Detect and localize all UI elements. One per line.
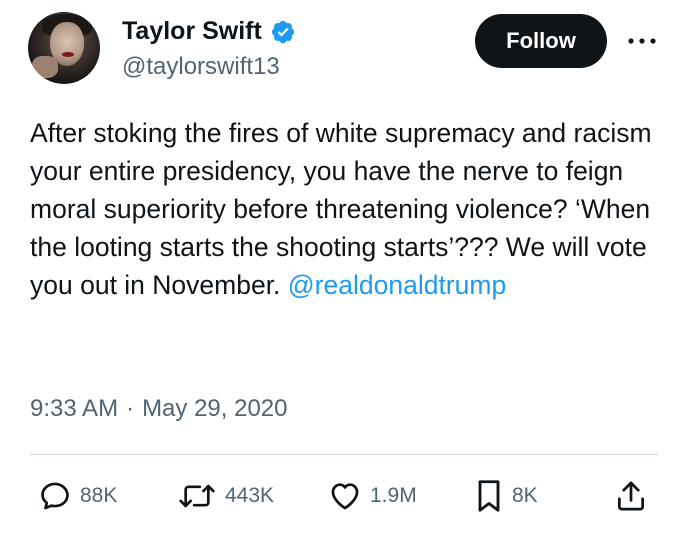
tweet-timestamp[interactable]: 9:33 AM · May 29, 2020 [30,395,288,423]
author-display-name[interactable]: Taylor Swift [122,17,262,46]
bookmark-icon [478,480,500,512]
reply-count: 88K [80,484,118,507]
more-horizontal-icon[interactable] [627,36,657,46]
mention-link[interactable]: @realdonaldtrump [288,270,506,300]
tweet-date: May 29, 2020 [142,395,288,422]
share-icon [617,481,645,511]
like-button[interactable]: 1.9M [328,476,417,516]
follow-button[interactable]: Follow [475,14,607,68]
reply-button[interactable]: 88K [38,476,117,516]
retweet-button[interactable]: 443K [177,476,274,516]
divider [30,454,658,455]
retweet-icon [179,484,215,508]
avatar-lips [62,52,74,57]
timestamp-separator: · [126,395,135,422]
action-bar: 88K 443K 1.9M 8K [0,476,680,516]
like-count: 1.9M [370,484,417,507]
verified-badge-icon [270,19,296,45]
share-button[interactable] [615,476,647,516]
bookmark-button[interactable]: 8K [474,476,538,516]
bookmark-count: 8K [512,484,538,507]
avatar[interactable] [28,12,100,84]
reply-icon [41,482,69,510]
retweet-count: 443K [225,484,275,507]
heart-icon [331,483,359,510]
tweet-text: After stoking the fires of white suprema… [30,114,670,304]
avatar-hand [32,56,58,78]
author-handle[interactable]: @taylorswift13 [122,53,280,81]
tweet-time: 9:33 AM [30,395,119,422]
author-name-row: Taylor Swift [122,17,296,46]
